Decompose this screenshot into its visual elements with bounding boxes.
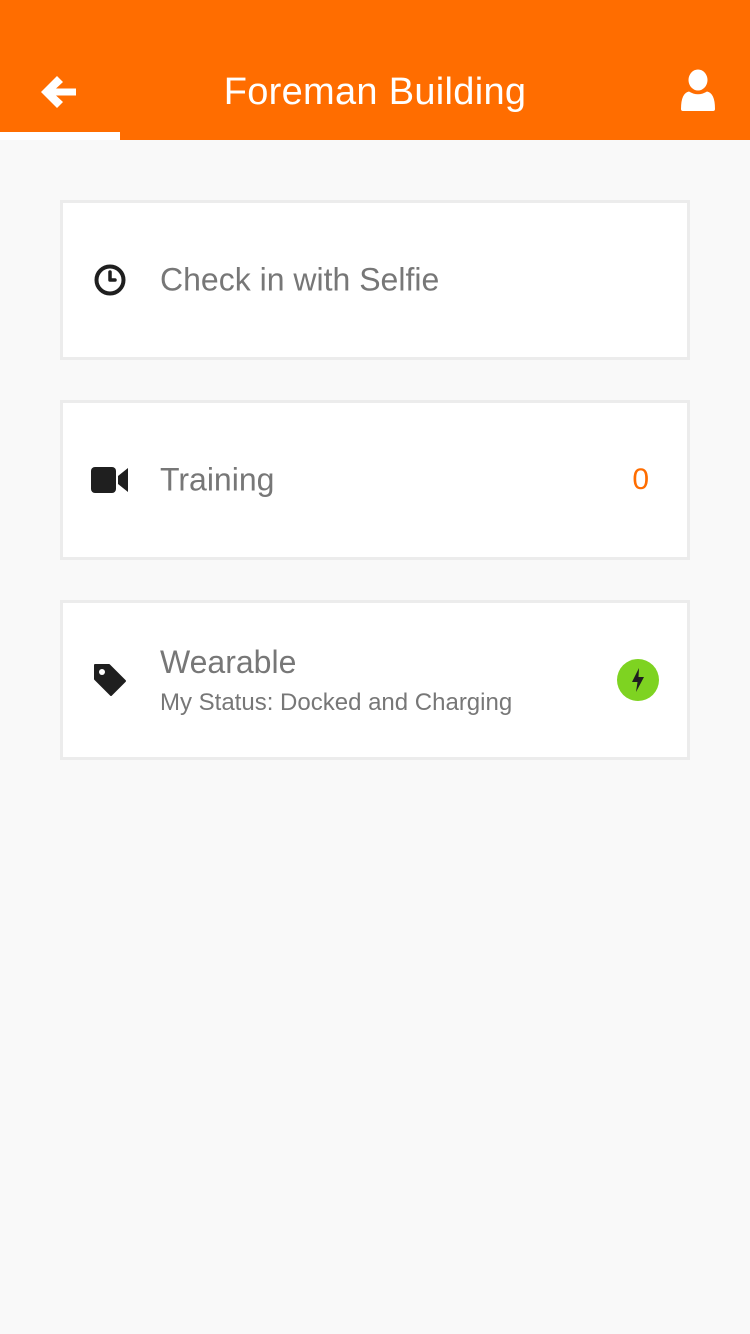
training-card[interactable]: Training 0 — [60, 400, 690, 560]
wearable-status-text: My Status: Docked and Charging — [160, 689, 513, 716]
video-camera-icon — [91, 461, 129, 499]
card-label: Training — [160, 461, 275, 498]
training-count-badge: 0 — [632, 463, 649, 496]
checkin-selfie-card[interactable]: Check in with Selfie — [60, 200, 690, 360]
user-icon — [681, 69, 715, 111]
active-tab-indicator — [0, 132, 120, 140]
clock-icon — [91, 261, 129, 299]
card-label: Check in with Selfie — [160, 261, 440, 298]
charging-status-badge — [617, 659, 659, 701]
charging-bolt-icon — [632, 668, 644, 692]
card-label: Wearable — [160, 644, 297, 680]
tag-icon — [91, 661, 129, 699]
wearable-card[interactable]: Wearable My Status: Docked and Charging — [60, 600, 690, 760]
arrow-left-icon — [41, 76, 76, 108]
header-bar: Foreman Building — [0, 0, 750, 140]
back-button[interactable] — [28, 62, 88, 122]
page-title: Foreman Building — [223, 71, 527, 113]
profile-button[interactable] — [668, 60, 728, 120]
